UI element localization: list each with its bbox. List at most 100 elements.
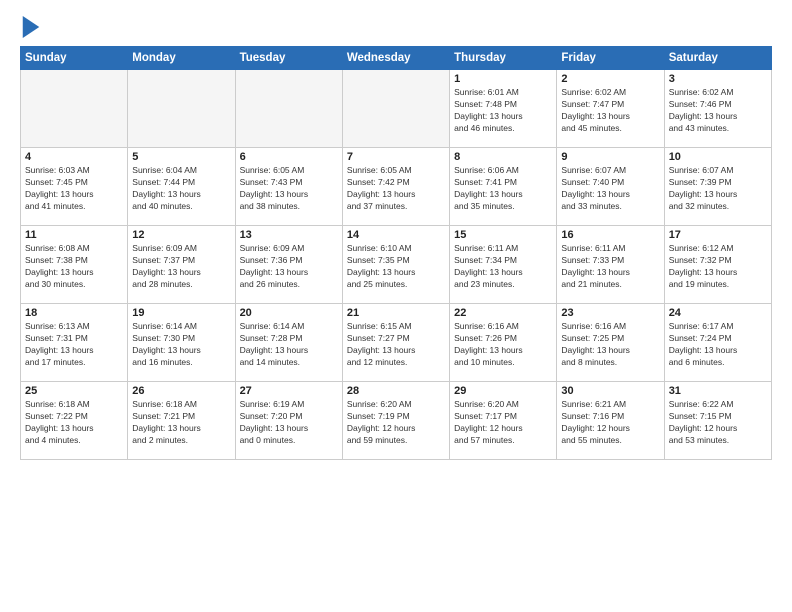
day-number: 16 bbox=[561, 229, 659, 241]
calendar: SundayMondayTuesdayWednesdayThursdayFrid… bbox=[20, 46, 772, 460]
cell-text: Sunrise: 6:11 AMSunset: 7:33 PMDaylight:… bbox=[561, 243, 659, 291]
calendar-cell: 29Sunrise: 6:20 AMSunset: 7:17 PMDayligh… bbox=[450, 382, 557, 460]
calendar-cell: 14 Sunrise: 6:10 AMSunset: 7:35 PMDayligh… bbox=[342, 226, 449, 304]
logo bbox=[20, 16, 40, 38]
cell-text: Sunrise: 6:13 AMSunset: 7:31 PMDaylight:… bbox=[25, 321, 123, 369]
day-number: 23 bbox=[561, 307, 659, 319]
calendar-cell: 4Sunrise: 6:03 AMSunset: 7:45 PMDaylight… bbox=[21, 148, 128, 226]
calendar-cell bbox=[128, 70, 235, 148]
calendar-cell: 17Sunrise: 6:12 AMSunset: 7:32 PMDayligh… bbox=[664, 226, 771, 304]
weekday-header-friday: Friday bbox=[557, 47, 664, 70]
page: SundayMondayTuesdayWednesdayThursdayFrid… bbox=[0, 0, 792, 612]
calendar-cell bbox=[235, 70, 342, 148]
calendar-cell: 28 Sunrise: 6:20 AMSunset: 7:19 PMDayligh… bbox=[342, 382, 449, 460]
day-number: 25 bbox=[25, 385, 123, 397]
calendar-cell: 18 Sunrise: 6:13 AMSunset: 7:31 PMDayligh… bbox=[21, 304, 128, 382]
week-row-5: 25 Sunrise: 6:18 AMSunset: 7:22 PMDayligh… bbox=[21, 382, 772, 460]
weekday-header-thursday: Thursday bbox=[450, 47, 557, 70]
cell-text: Sunrise: 6:09 AMSunset: 7:36 PMDaylight:… bbox=[240, 243, 338, 291]
day-number: 27 bbox=[240, 385, 338, 397]
cell-text: Sunrise: 6:06 AMSunset: 7:41 PMDaylight:… bbox=[454, 165, 552, 213]
day-number: 11 bbox=[25, 229, 123, 241]
day-number: 26 bbox=[132, 385, 230, 397]
day-number: 12 bbox=[132, 229, 230, 241]
day-number: 18 bbox=[25, 307, 123, 319]
cell-text: Sunrise: 6:21 AMSunset: 7:16 PMDaylight:… bbox=[561, 399, 659, 447]
week-row-3: 11 Sunrise: 6:08 AMSunset: 7:38 PMDayligh… bbox=[21, 226, 772, 304]
cell-text: Sunrise: 6:05 AMSunset: 7:43 PMDaylight:… bbox=[240, 165, 338, 213]
weekday-header-row: SundayMondayTuesdayWednesdayThursdayFrid… bbox=[21, 47, 772, 70]
day-number: 19 bbox=[132, 307, 230, 319]
header bbox=[20, 16, 772, 38]
day-number: 21 bbox=[347, 307, 445, 319]
calendar-cell bbox=[342, 70, 449, 148]
weekday-header-saturday: Saturday bbox=[664, 47, 771, 70]
cell-text: Sunrise: 6:14 AMSunset: 7:30 PMDaylight:… bbox=[132, 321, 230, 369]
calendar-cell: 16 Sunrise: 6:11 AMSunset: 7:33 PMDayligh… bbox=[557, 226, 664, 304]
day-number: 22 bbox=[454, 307, 552, 319]
day-number: 13 bbox=[240, 229, 338, 241]
calendar-cell: 5Sunrise: 6:04 AMSunset: 7:44 PMDaylight… bbox=[128, 148, 235, 226]
day-number: 14 bbox=[347, 229, 445, 241]
day-number: 7 bbox=[347, 151, 445, 163]
cell-text: Sunrise: 6:16 AMSunset: 7:26 PMDaylight:… bbox=[454, 321, 552, 369]
calendar-cell: 30Sunrise: 6:21 AMSunset: 7:16 PMDayligh… bbox=[557, 382, 664, 460]
calendar-cell: 26Sunrise: 6:18 AMSunset: 7:21 PMDayligh… bbox=[128, 382, 235, 460]
calendar-cell: 8 Sunrise: 6:06 AMSunset: 7:41 PMDaylight… bbox=[450, 148, 557, 226]
calendar-cell: 13 Sunrise: 6:09 AMSunset: 7:36 PMDayligh… bbox=[235, 226, 342, 304]
cell-text: Sunrise: 6:04 AMSunset: 7:44 PMDaylight:… bbox=[132, 165, 230, 213]
cell-text: Sunrise: 6:18 AMSunset: 7:22 PMDaylight:… bbox=[25, 399, 123, 447]
calendar-cell: 15Sunrise: 6:11 AMSunset: 7:34 PMDayligh… bbox=[450, 226, 557, 304]
cell-text: Sunrise: 6:20 AMSunset: 7:19 PMDaylight:… bbox=[347, 399, 445, 447]
cell-text: Sunrise: 6:07 AMSunset: 7:39 PMDaylight:… bbox=[669, 165, 767, 213]
calendar-cell: 24 Sunrise: 6:17 AMSunset: 7:24 PMDayligh… bbox=[664, 304, 771, 382]
cell-text: Sunrise: 6:02 AMSunset: 7:47 PMDaylight:… bbox=[561, 87, 659, 135]
calendar-cell: 10 Sunrise: 6:07 AMSunset: 7:39 PMDayligh… bbox=[664, 148, 771, 226]
calendar-cell: 3Sunrise: 6:02 AMSunset: 7:46 PMDaylight… bbox=[664, 70, 771, 148]
calendar-cell: 21 Sunrise: 6:15 AMSunset: 7:27 PMDayligh… bbox=[342, 304, 449, 382]
week-row-2: 4Sunrise: 6:03 AMSunset: 7:45 PMDaylight… bbox=[21, 148, 772, 226]
calendar-cell: 11 Sunrise: 6:08 AMSunset: 7:38 PMDayligh… bbox=[21, 226, 128, 304]
calendar-cell: 22 Sunrise: 6:16 AMSunset: 7:26 PMDayligh… bbox=[450, 304, 557, 382]
day-number: 8 bbox=[454, 151, 552, 163]
day-number: 9 bbox=[561, 151, 659, 163]
weekday-header-wednesday: Wednesday bbox=[342, 47, 449, 70]
calendar-cell: 1 Sunrise: 6:01 AMSunset: 7:48 PMDaylight… bbox=[450, 70, 557, 148]
cell-text: Sunrise: 6:17 AMSunset: 7:24 PMDaylight:… bbox=[669, 321, 767, 369]
day-number: 29 bbox=[454, 385, 552, 397]
calendar-cell: 7Sunrise: 6:05 AMSunset: 7:42 PMDaylight… bbox=[342, 148, 449, 226]
cell-text: Sunrise: 6:10 AMSunset: 7:35 PMDaylight:… bbox=[347, 243, 445, 291]
logo-icon bbox=[22, 16, 40, 38]
week-row-1: 1 Sunrise: 6:01 AMSunset: 7:48 PMDaylight… bbox=[21, 70, 772, 148]
calendar-cell: 9 Sunrise: 6:07 AMSunset: 7:40 PMDaylight… bbox=[557, 148, 664, 226]
weekday-header-tuesday: Tuesday bbox=[235, 47, 342, 70]
calendar-cell: 31 Sunrise: 6:22 AMSunset: 7:15 PMDayligh… bbox=[664, 382, 771, 460]
day-number: 28 bbox=[347, 385, 445, 397]
day-number: 6 bbox=[240, 151, 338, 163]
day-number: 31 bbox=[669, 385, 767, 397]
day-number: 3 bbox=[669, 73, 767, 85]
cell-text: Sunrise: 6:09 AMSunset: 7:37 PMDaylight:… bbox=[132, 243, 230, 291]
day-number: 2 bbox=[561, 73, 659, 85]
weekday-header-sunday: Sunday bbox=[21, 47, 128, 70]
calendar-cell: 12 Sunrise: 6:09 AMSunset: 7:37 PMDayligh… bbox=[128, 226, 235, 304]
week-row-4: 18 Sunrise: 6:13 AMSunset: 7:31 PMDayligh… bbox=[21, 304, 772, 382]
cell-text: Sunrise: 6:19 AMSunset: 7:20 PMDaylight:… bbox=[240, 399, 338, 447]
day-number: 24 bbox=[669, 307, 767, 319]
cell-text: Sunrise: 6:08 AMSunset: 7:38 PMDaylight:… bbox=[25, 243, 123, 291]
day-number: 4 bbox=[25, 151, 123, 163]
calendar-cell: 2 Sunrise: 6:02 AMSunset: 7:47 PMDaylight… bbox=[557, 70, 664, 148]
calendar-cell: 23Sunrise: 6:16 AMSunset: 7:25 PMDayligh… bbox=[557, 304, 664, 382]
cell-text: Sunrise: 6:15 AMSunset: 7:27 PMDaylight:… bbox=[347, 321, 445, 369]
cell-text: Sunrise: 6:14 AMSunset: 7:28 PMDaylight:… bbox=[240, 321, 338, 369]
day-number: 20 bbox=[240, 307, 338, 319]
calendar-cell: 19 Sunrise: 6:14 AMSunset: 7:30 PMDayligh… bbox=[128, 304, 235, 382]
cell-text: Sunrise: 6:01 AMSunset: 7:48 PMDaylight:… bbox=[454, 87, 552, 135]
day-number: 1 bbox=[454, 73, 552, 85]
cell-text: Sunrise: 6:07 AMSunset: 7:40 PMDaylight:… bbox=[561, 165, 659, 213]
cell-text: Sunrise: 6:22 AMSunset: 7:15 PMDaylight:… bbox=[669, 399, 767, 447]
day-number: 15 bbox=[454, 229, 552, 241]
calendar-cell: 27 Sunrise: 6:19 AMSunset: 7:20 PMDayligh… bbox=[235, 382, 342, 460]
calendar-cell: 20 Sunrise: 6:14 AMSunset: 7:28 PMDayligh… bbox=[235, 304, 342, 382]
day-number: 10 bbox=[669, 151, 767, 163]
